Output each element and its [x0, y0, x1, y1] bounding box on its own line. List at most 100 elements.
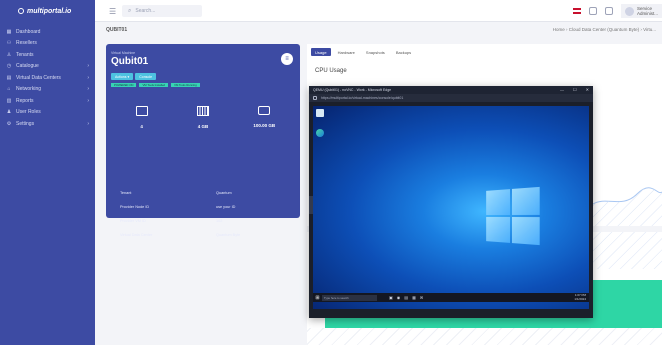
users-icon: ⚇	[6, 40, 12, 47]
server-icon: ▤	[6, 74, 12, 81]
chart-hatch-area	[307, 328, 662, 345]
vm-console-window[interactable]: QEMU (Qubit01) - noVNC - Work - Microsof…	[309, 86, 593, 318]
edge-browser-icon[interactable]	[316, 129, 324, 137]
catalogue-icon: ◷	[6, 63, 12, 70]
apps-icon[interactable]	[588, 7, 597, 15]
windows-taskbar: ⊞ Type here to search ▣ ◉ ▤ ▦ ✉ 1:07 PM …	[313, 293, 589, 302]
console-titlebar[interactable]: QEMU (Qubit01) - noVNC - Work - Microsof…	[309, 86, 593, 94]
grid-icon: ▦	[6, 28, 12, 35]
language-flag-icon[interactable]	[572, 8, 581, 14]
sidebar-item-user-roles[interactable]: ♟ User Roles	[0, 107, 95, 119]
sidebar-item-label: Settings	[16, 120, 35, 127]
close-icon[interactable]: ✕	[586, 87, 589, 92]
tab-backups[interactable]: Backups	[392, 48, 415, 56]
tab-snapshots[interactable]: Snapshots	[362, 48, 389, 56]
recycle-bin-icon[interactable]	[316, 109, 324, 117]
windows-logo-icon	[486, 186, 540, 246]
explorer-icon[interactable]: ▤	[404, 295, 408, 300]
actions-button[interactable]: Actions ▾	[111, 73, 134, 80]
power-status-badge: POWERED ON	[111, 83, 137, 87]
tab-hardware[interactable]: Hardware	[334, 48, 359, 56]
info-key: Virtual Data Center	[120, 233, 153, 237]
info-row: Provider VM ID 102	[120, 219, 292, 233]
sidebar-item-label: Catalogue	[16, 63, 39, 70]
roles-icon: ♟	[6, 109, 12, 116]
info-value: Quantum	[216, 191, 232, 195]
taskbar-search[interactable]: Type here to search	[322, 294, 377, 301]
network-icon: ⌂	[7, 86, 11, 93]
sidebar-item-dashboard[interactable]: ▦ Dashboard	[0, 26, 95, 38]
vm-info-list: Tenant Quantum Provider Node ID use your…	[120, 191, 292, 247]
sidebar-item-label: User Roles	[16, 109, 41, 116]
report-icon: ▥	[6, 97, 12, 104]
topbar: ☰ ⌕ Search... Service Administ...	[95, 0, 662, 22]
cpu-value: 4	[140, 124, 143, 129]
avatar	[624, 6, 634, 16]
sidebar-item-tenants[interactable]: ♙ Tenants	[0, 49, 95, 61]
sidebar-item-label: Tenants	[16, 51, 34, 58]
info-row: Tenant Quantum	[120, 191, 292, 205]
chevron-right-icon: ›	[87, 86, 89, 93]
edge-taskbar-icon[interactable]: ◉	[397, 295, 401, 300]
breadcrumb[interactable]: Home › Cloud Data Center (Quantum Byte) …	[553, 27, 656, 32]
sidebar-item-reports[interactable]: ▥ Reports ›	[0, 95, 95, 107]
console-url: https://multiportal.io/virtual-machines/…	[321, 96, 404, 100]
sidebar-item-catalogue[interactable]: ◷ Catalogue ›	[0, 61, 95, 73]
person-icon: ♙	[6, 51, 12, 58]
notifications-icon[interactable]	[604, 7, 613, 15]
console-address-bar[interactable]: https://multiportal.io/virtual-machines/…	[309, 94, 593, 102]
sidebar-item-settings[interactable]: ⚙ Settings ›	[0, 118, 95, 130]
logo-icon	[18, 8, 24, 14]
ram-spec: 4 GB	[178, 106, 228, 129]
sidebar-item-virtual-data-centers[interactable]: ▤ Virtual Data Centers ›	[0, 72, 95, 84]
chevron-right-icon: ›	[87, 74, 89, 81]
vm-menu-icon[interactable]: ≡	[281, 53, 293, 65]
tab-usage[interactable]: Usage	[311, 48, 331, 56]
user-menu[interactable]: Service Administ...	[620, 4, 662, 18]
console-bottom-bar	[309, 310, 593, 318]
panel-tabs: Usage Hardware Snapshots Backups	[311, 48, 415, 56]
console-title: QEMU (Qubit01) - noVNC - Work - Microsof…	[313, 88, 392, 92]
info-row: Virtual Data Center Quantum Byte	[120, 233, 292, 247]
ram-value: 4 GB	[197, 124, 209, 129]
console-button[interactable]: Console	[135, 73, 157, 80]
sidebar-item-label: Networking	[16, 86, 42, 93]
info-value: 102	[216, 219, 223, 223]
system-tray[interactable]: 1:07 PM 1/1/2024	[574, 293, 586, 301]
start-icon[interactable]: ⊞	[313, 293, 322, 302]
search-icon: ⌕	[128, 7, 132, 14]
sidebar-item-label: Dashboard	[16, 28, 41, 35]
sidebar-item-label: Resellers	[16, 40, 37, 47]
windows-desktop[interactable]	[313, 106, 589, 309]
cpu-spec: 4	[117, 106, 167, 129]
user-role: Administ...	[636, 11, 658, 16]
vm-summary-card: Virtual Machine Qubit01 ≡ Actions ▾ Cons…	[106, 44, 300, 237]
sidebar: multiportal.io ▦ Dashboard ⚇ Resellers ♙ Tena…	[0, 0, 95, 345]
info-value: use your ID	[216, 205, 236, 209]
disk-value: 100.00 GB	[253, 123, 276, 128]
task-view-icon[interactable]: ▣	[389, 295, 393, 300]
tray-date: 1/1/2024	[574, 296, 586, 301]
maximize-icon[interactable]: ☐	[573, 87, 577, 92]
chevron-right-icon: ›	[87, 120, 89, 127]
sidebar-item-resellers[interactable]: ⚇ Resellers	[0, 38, 95, 50]
menu-toggle-icon[interactable]: ☰	[109, 7, 116, 16]
mail-icon[interactable]: ✉	[420, 295, 423, 300]
sidebar-item-label: Virtual Data Centers	[16, 74, 61, 81]
brand-logo[interactable]: multiportal.io	[0, 0, 95, 22]
tools-installed-badge: VM Tools Installed	[139, 83, 169, 87]
ram-icon	[196, 106, 209, 116]
chevron-right-icon: ›	[87, 97, 89, 104]
sidebar-item-networking[interactable]: ⌂ Networking ›	[0, 84, 95, 96]
info-value: Quantum Byte	[216, 233, 241, 237]
store-icon[interactable]: ▦	[412, 295, 416, 300]
cpu-icon	[135, 106, 148, 116]
vm-name: Qubit01	[111, 56, 149, 67]
disk-icon	[258, 106, 271, 115]
info-row: Provider Node ID use your ID	[120, 205, 292, 219]
search-input[interactable]: ⌕ Search...	[122, 5, 202, 17]
sidebar-item-label: Reports	[16, 97, 34, 104]
tools-running-badge: VM Tools Running	[171, 83, 200, 87]
minimize-icon[interactable]: —	[560, 87, 564, 92]
search-placeholder: Search...	[135, 8, 156, 14]
